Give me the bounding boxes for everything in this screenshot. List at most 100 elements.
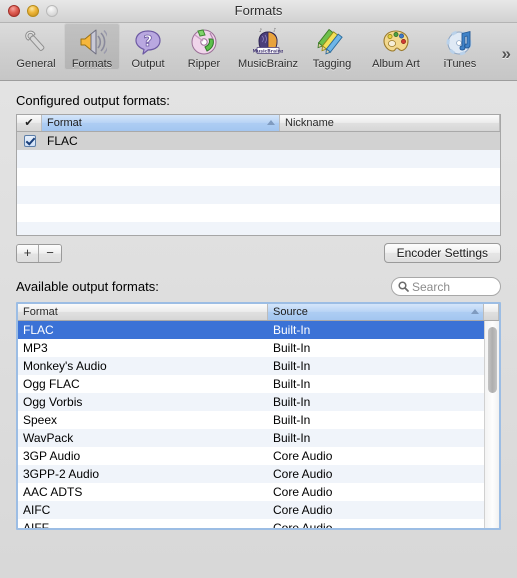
row-source-cell: Built-In bbox=[273, 431, 311, 445]
palette-icon bbox=[360, 27, 432, 57]
search-field[interactable]: Search bbox=[391, 277, 501, 296]
row-format-cell: FLAC bbox=[23, 323, 54, 337]
column-header-spacer bbox=[484, 304, 499, 320]
column-header-format[interactable]: Format bbox=[42, 115, 280, 131]
disc-icon bbox=[176, 27, 232, 57]
add-remove-segmented-control: + − bbox=[16, 243, 62, 263]
row-enabled-checkbox[interactable] bbox=[23, 135, 36, 147]
available-formats-table[interactable]: Format Source FLAC Built-In MP3 Built-In bbox=[16, 302, 501, 530]
preferences-content: Configured output formats: ✔ Format Nick… bbox=[0, 81, 517, 530]
toolbar-item-label: General bbox=[16, 58, 56, 70]
preferences-toolbar: General Formats ? Output Ripper MusicBra… bbox=[0, 23, 517, 81]
row-format-cell: AIFC bbox=[23, 503, 51, 517]
musicbrainz-icon: MusicBrainz ♪ ♪ bbox=[232, 27, 304, 57]
table-row[interactable]: MP3 Built-In bbox=[18, 339, 499, 357]
sort-ascending-icon bbox=[267, 120, 275, 125]
toolbar-item-label: MusicBrainz bbox=[238, 58, 298, 70]
table-row-empty bbox=[17, 204, 500, 222]
wrench-icon bbox=[8, 27, 64, 57]
table-row[interactable]: AIFF Core Audio bbox=[18, 519, 499, 530]
table-row[interactable]: FLAC bbox=[17, 132, 500, 150]
column-header-nickname[interactable]: Nickname bbox=[280, 115, 500, 131]
remove-format-button[interactable]: − bbox=[39, 244, 61, 262]
table-body: FLAC bbox=[17, 132, 500, 235]
row-source-cell: Core Audio bbox=[273, 467, 333, 481]
toolbar-item-ripper[interactable]: Ripper bbox=[176, 23, 232, 70]
column-header-source[interactable]: Source bbox=[268, 304, 484, 320]
row-enabled-checkbox-cell[interactable] bbox=[17, 132, 42, 150]
preferences-window: Formats General Formats ? Output Ripper … bbox=[0, 0, 517, 578]
svg-text:♪: ♪ bbox=[259, 28, 262, 34]
toolbar-item-itunes[interactable]: iTunes bbox=[432, 23, 488, 70]
svg-text:?: ? bbox=[144, 32, 153, 50]
row-format-cell: 3GPP-2 Audio bbox=[23, 467, 100, 481]
add-format-button[interactable]: + bbox=[17, 244, 39, 262]
window-title: Formats bbox=[234, 3, 283, 18]
row-source-cell: Built-In bbox=[273, 341, 311, 355]
table-header-row: Format Source bbox=[18, 304, 499, 321]
toolbar-item-label: Formats bbox=[71, 58, 113, 70]
table-row[interactable]: 3GP Audio Core Audio bbox=[18, 447, 499, 465]
toolbar-item-label: Output bbox=[131, 58, 165, 70]
row-nickname-cell bbox=[280, 132, 500, 150]
pencils-icon bbox=[304, 27, 360, 57]
column-header-enabled[interactable]: ✔ bbox=[17, 115, 42, 131]
column-header-label: Format bbox=[47, 117, 82, 129]
row-format-cell: Ogg FLAC bbox=[23, 377, 80, 391]
configured-formats-table[interactable]: ✔ Format Nickname FLAC bbox=[16, 114, 501, 236]
row-format-cell: Speex bbox=[23, 413, 58, 427]
toolbar-item-label: Album Art bbox=[372, 58, 420, 70]
table-row[interactable]: Ogg Vorbis Built-In bbox=[18, 393, 499, 411]
row-format-cell: AAC ADTS bbox=[23, 485, 83, 499]
search-input[interactable]: Search bbox=[412, 280, 450, 294]
table-row[interactable]: AAC ADTS Core Audio bbox=[18, 483, 499, 501]
row-source-cell: Built-In bbox=[273, 323, 311, 337]
table-row[interactable]: FLAC Built-In bbox=[18, 321, 499, 339]
toolbar-item-output[interactable]: ? Output bbox=[120, 23, 176, 70]
column-header-format[interactable]: Format bbox=[18, 304, 268, 320]
svg-text:♪: ♪ bbox=[273, 28, 276, 34]
table-row[interactable]: Ogg FLAC Built-In bbox=[18, 375, 499, 393]
table-row[interactable]: 3GPP-2 Audio Core Audio bbox=[18, 465, 499, 483]
toolbar-item-general[interactable]: General bbox=[8, 23, 64, 70]
toolbar-item-musicbrainz[interactable]: MusicBrainz ♪ ♪ MusicBrainz bbox=[232, 23, 304, 71]
table-row[interactable]: Speex Built-In bbox=[18, 411, 499, 429]
row-source-cell: Built-In bbox=[273, 377, 311, 391]
row-format-cell: AIFF bbox=[23, 521, 49, 530]
vertical-scrollbar[interactable] bbox=[484, 321, 499, 528]
title-bar: Formats bbox=[0, 0, 517, 23]
toolbar-item-album-art[interactable]: Album Art bbox=[360, 23, 432, 70]
column-header-label: Format bbox=[23, 306, 58, 318]
toolbar-item-tagging[interactable]: Tagging bbox=[304, 23, 360, 70]
row-format-cell: MP3 bbox=[23, 341, 48, 355]
table-body: FLAC Built-In MP3 Built-In Monkey's Audi… bbox=[18, 321, 499, 530]
search-icon bbox=[398, 281, 409, 292]
scrollbar-thumb[interactable] bbox=[488, 327, 497, 394]
row-format-cell: WavPack bbox=[23, 431, 74, 445]
row-format-cell: Ogg Vorbis bbox=[23, 395, 83, 409]
checkmark-icon: ✔ bbox=[24, 117, 34, 129]
table-row-empty bbox=[17, 222, 500, 235]
row-format-cell: Monkey's Audio bbox=[23, 359, 107, 373]
row-source-cell: Core Audio bbox=[273, 521, 333, 530]
row-source-cell: Core Audio bbox=[273, 503, 333, 517]
table-row[interactable]: WavPack Built-In bbox=[18, 429, 499, 447]
column-header-label: Source bbox=[273, 306, 308, 318]
row-source-cell: Built-In bbox=[273, 359, 311, 373]
table-row-empty bbox=[17, 168, 500, 186]
table-row[interactable]: Monkey's Audio Built-In bbox=[18, 357, 499, 375]
table-row[interactable]: AIFC Core Audio bbox=[18, 501, 499, 519]
row-format-cell: FLAC bbox=[47, 134, 78, 148]
table-row-empty bbox=[17, 186, 500, 204]
available-formats-header: Available output formats: Search bbox=[16, 277, 501, 296]
svg-text:MusicBrainz: MusicBrainz bbox=[253, 48, 283, 54]
configured-actions-row: + − Encoder Settings bbox=[16, 243, 501, 263]
toolbar-item-label: iTunes bbox=[443, 58, 477, 70]
sort-ascending-icon bbox=[471, 309, 479, 314]
toolbar-overflow-chevron-icon[interactable]: » bbox=[502, 45, 511, 62]
toolbar-item-formats[interactable]: Formats bbox=[64, 23, 120, 70]
column-header-label: Nickname bbox=[285, 117, 334, 129]
row-source-cell: Built-In bbox=[273, 395, 311, 409]
table-header-row: ✔ Format Nickname bbox=[17, 115, 500, 132]
encoder-settings-button[interactable]: Encoder Settings bbox=[383, 243, 501, 263]
